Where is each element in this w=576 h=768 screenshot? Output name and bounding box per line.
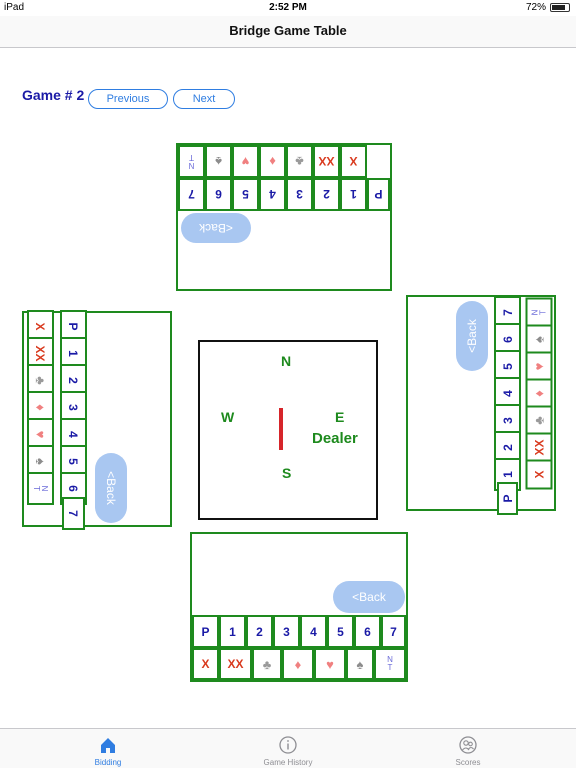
previous-button[interactable]: Previous: [88, 89, 168, 109]
battery-percent: 72%: [525, 2, 546, 13]
tab-scores[interactable]: Scores: [372, 729, 564, 768]
back-button-west[interactable]: <Back: [95, 453, 127, 523]
diamond-icon: ♦: [33, 404, 48, 411]
spade-icon: ♠: [531, 336, 547, 343]
spade-icon: ♠: [33, 458, 48, 465]
bid-club-north[interactable]: ♣: [286, 145, 313, 178]
bid-2-north[interactable]: 2: [313, 178, 340, 211]
compass-west: W: [221, 409, 235, 425]
bid-1-south[interactable]: 1: [219, 615, 246, 648]
bid-redouble-east[interactable]: XX: [525, 432, 553, 463]
west-bidding-panel: X XX ♣ ♦ ♥ ♠ NT P 1 2 3 4 5 6 7 <Back: [22, 310, 172, 530]
club-icon: ♣: [33, 376, 48, 385]
bid-club-south[interactable]: ♣: [252, 648, 282, 680]
compass-east: E: [335, 409, 345, 425]
bid-nt-east[interactable]: NT: [525, 297, 553, 328]
bid-club-east[interactable]: ♣: [525, 405, 553, 436]
bid-redouble-north[interactable]: XX: [313, 145, 340, 178]
next-button[interactable]: Next: [173, 89, 235, 109]
bid-nt-west[interactable]: NT: [27, 472, 54, 505]
compass-south: S: [282, 465, 292, 481]
bid-double-south[interactable]: X: [192, 648, 219, 680]
bid-nt-south[interactable]: NT: [374, 648, 406, 680]
bid-2-south[interactable]: 2: [246, 615, 273, 648]
heart-icon: ♥: [241, 154, 250, 169]
east-bidding-panel: 7 6 5 4 3 2 1 P NT ♠ ♥ ♦ ♣ XX X <Back: [406, 295, 556, 515]
bid-pass-south[interactable]: P: [192, 615, 219, 648]
bid-heart-east[interactable]: ♥: [525, 351, 553, 382]
bid-heart-north[interactable]: ♥: [232, 145, 259, 178]
battery-icon: [550, 3, 570, 12]
status-bar: iPad 2:52 PM 72%: [0, 0, 576, 16]
bid-diamond-north[interactable]: ♦: [259, 145, 286, 178]
bid-nt-north[interactable]: NT: [178, 145, 205, 178]
bid-4-south[interactable]: 4: [300, 615, 327, 648]
tab-game-history[interactable]: Game History: [192, 729, 384, 768]
south-bidding-panel: <Back P 1 2 3 4 5 6 7 X XX ♣ ♦ ♥ ♠ NT: [190, 532, 408, 682]
bid-pass-east[interactable]: P: [497, 482, 518, 515]
heart-icon: ♥: [326, 656, 334, 672]
diamond-icon: ♦: [294, 656, 302, 672]
diamond-icon: ♦: [531, 390, 547, 397]
back-button-east[interactable]: <Back: [456, 301, 488, 371]
spade-icon: ♠: [356, 656, 364, 672]
bid-3-north[interactable]: 3: [286, 178, 313, 211]
tab-bidding[interactable]: Bidding: [12, 729, 204, 768]
tab-bidding-label: Bidding: [94, 758, 122, 767]
bid-6-south[interactable]: 6: [354, 615, 381, 648]
bid-double-east[interactable]: X: [525, 459, 553, 490]
heart-icon: ♥: [531, 362, 547, 371]
bid-diamond-south[interactable]: ♦: [282, 648, 314, 680]
status-right: 72%: [526, 2, 570, 13]
bid-5-south[interactable]: 5: [327, 615, 354, 648]
bid-double-north[interactable]: X: [340, 145, 367, 178]
bid-diamond-east[interactable]: ♦: [525, 378, 553, 409]
bid-7-south[interactable]: 7: [381, 615, 406, 648]
bid-4-north[interactable]: 4: [259, 178, 286, 211]
bid-spade-north[interactable]: ♠: [205, 145, 232, 178]
north-bidding-panel: NT ♠ ♥ ♦ ♣ XX X 7 6 5 4 3 2 1 P <Back: [176, 143, 392, 291]
back-button-north[interactable]: <Back: [181, 213, 251, 243]
game-number-label: Game # 2: [22, 87, 85, 103]
bid-3-south[interactable]: 3: [273, 615, 300, 648]
heart-icon: ♥: [33, 430, 48, 439]
bid-7-west[interactable]: 7: [62, 497, 85, 530]
tab-scores-label: Scores: [455, 758, 481, 767]
club-icon: ♣: [295, 154, 304, 169]
bid-pass-north[interactable]: P: [367, 178, 390, 211]
info-icon: [279, 736, 297, 754]
diamond-icon: ♦: [269, 154, 276, 169]
club-icon: ♣: [262, 656, 272, 672]
bid-5-north[interactable]: 5: [232, 178, 259, 211]
bid-spade-east[interactable]: ♠: [525, 324, 553, 355]
bid-6-north[interactable]: 6: [205, 178, 232, 211]
page-title: Bridge Game Table: [229, 23, 347, 38]
home-icon: [101, 738, 115, 753]
compass-north: N: [281, 353, 292, 369]
bid-redouble-south[interactable]: XX: [219, 648, 252, 680]
bid-7-north[interactable]: 7: [178, 178, 205, 211]
dealer-label: Dealer: [312, 430, 358, 447]
back-button-south[interactable]: <Back: [333, 581, 405, 613]
bid-heart-south[interactable]: ♥: [314, 648, 346, 680]
bid-1-north[interactable]: 1: [340, 178, 367, 211]
scores-icon: [459, 736, 477, 754]
tab-bar: Bidding Game History Scores: [0, 728, 576, 768]
tab-game-history-label: Game History: [263, 758, 313, 767]
spade-icon: ♠: [215, 154, 222, 169]
status-time: 2:52 PM: [269, 2, 307, 13]
club-icon: ♣: [531, 416, 547, 425]
navigation-bar: Bridge Game Table: [0, 16, 576, 48]
bid-spade-south[interactable]: ♠: [346, 648, 374, 680]
dealer-indicator: [279, 408, 283, 450]
